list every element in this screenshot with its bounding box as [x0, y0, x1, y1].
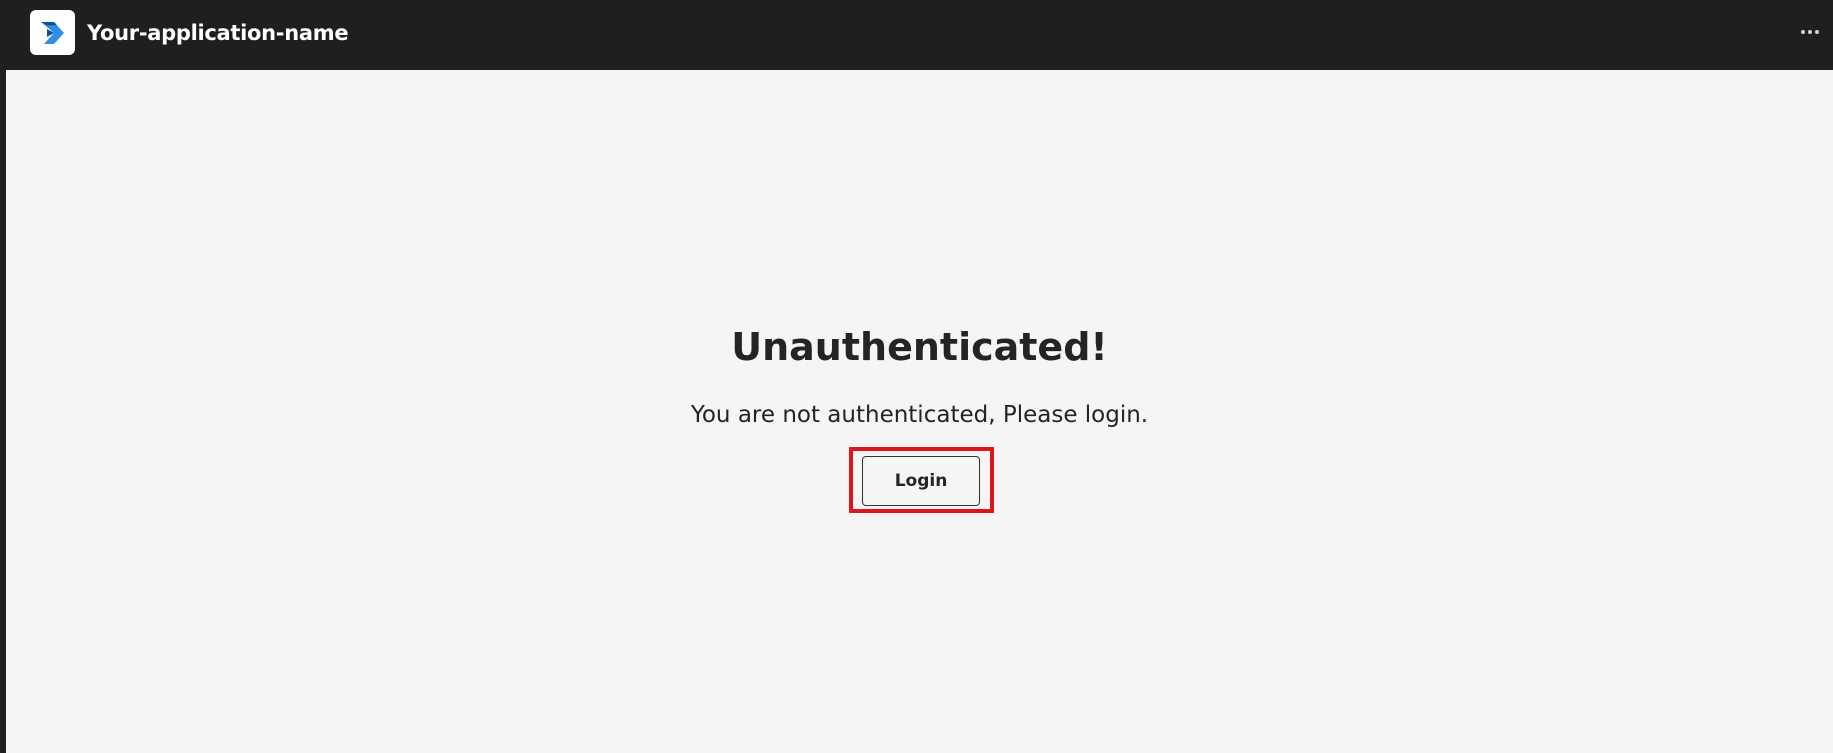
app-title: Your-application-name: [87, 21, 349, 45]
more-options-button[interactable]: [1795, 20, 1825, 44]
app-logo-icon: [30, 10, 75, 55]
login-button[interactable]: Login: [862, 456, 980, 506]
arrow-logo-icon: [41, 22, 64, 44]
more-dot: [1808, 30, 1812, 34]
app-window: Your-application-name Unauthenticated! Y…: [0, 0, 1833, 753]
more-dot: [1815, 30, 1819, 34]
auth-message: You are not authenticated, Please login.: [690, 402, 1149, 428]
main-content: Unauthenticated! You are not authenticat…: [6, 70, 1833, 753]
more-horizontal-icon: [1801, 30, 1805, 34]
title-bar: Your-application-name: [0, 0, 1833, 70]
page-heading: Unauthenticated!: [731, 325, 1108, 369]
